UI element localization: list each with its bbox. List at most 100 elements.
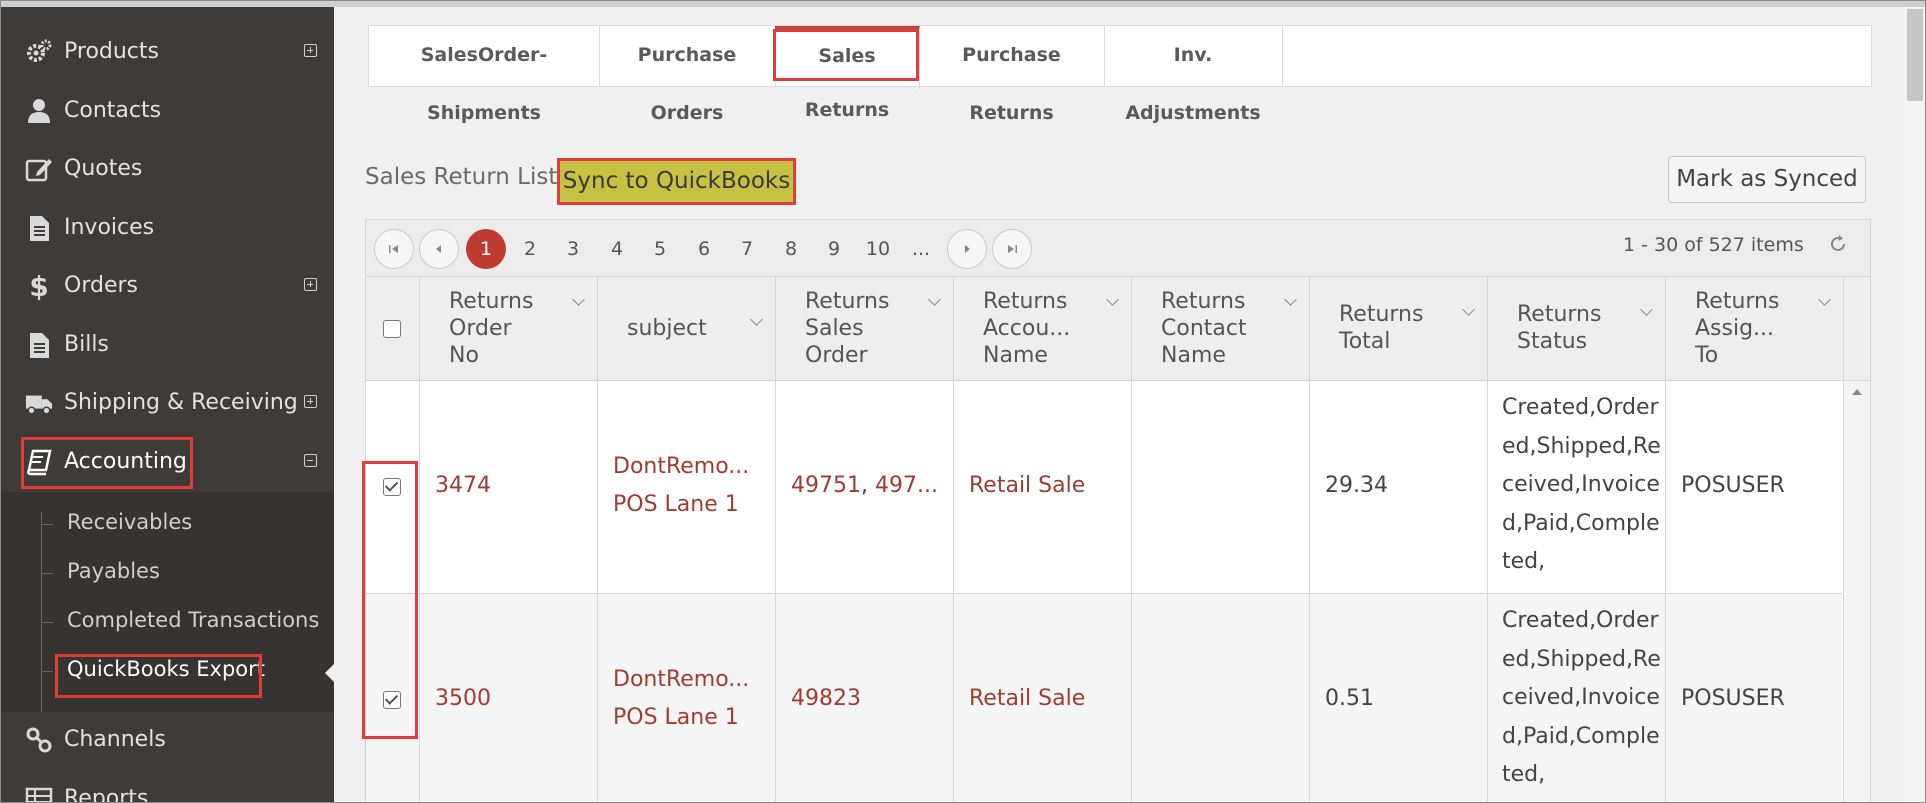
subject-link-line2[interactable]: POS Lane 1 xyxy=(613,486,739,524)
page-4[interactable]: 4 xyxy=(597,229,637,269)
expand-icon[interactable] xyxy=(304,278,317,291)
page-3[interactable]: 3 xyxy=(553,229,593,269)
page-5[interactable]: 5 xyxy=(640,229,680,269)
scrollbar-thumb[interactable] xyxy=(1907,9,1923,101)
tab-inv-adjustments[interactable]: Inv. Adjustments xyxy=(1104,26,1283,124)
column-header-returns-contact-name[interactable]: Returns Contact Name xyxy=(1132,277,1310,380)
tab-label: SalesOrder-Shipments xyxy=(420,44,548,124)
page-6[interactable]: 6 xyxy=(684,229,724,269)
tree-dash xyxy=(41,573,53,574)
tab-label: Purchase Orders xyxy=(637,44,737,124)
sidebar-item-orders[interactable]: $ Orders xyxy=(1,257,334,315)
app-window: Products Contacts Quotes Invoices $ Orde… xyxy=(0,0,1926,803)
subject-link[interactable]: DontRemo... xyxy=(613,448,749,486)
account-link[interactable]: Retail Sale xyxy=(969,680,1085,718)
sidebar-item-invoices[interactable]: Invoices xyxy=(1,199,334,257)
sync-to-quickbooks-button[interactable]: Sync to QuickBooks xyxy=(557,158,796,205)
file-text-icon xyxy=(25,214,53,242)
total-value: 29.34 xyxy=(1325,473,1388,498)
sales-order-link[interactable]: 49751 xyxy=(791,473,861,498)
collapse-icon[interactable] xyxy=(304,454,317,467)
column-header-returns-total[interactable]: Returns Total xyxy=(1310,277,1488,380)
sidebar-item-channels[interactable]: Channels xyxy=(1,711,334,769)
order-no-link[interactable]: 3500 xyxy=(435,680,491,718)
user-icon xyxy=(25,97,53,125)
page-ellipsis[interactable]: ... xyxy=(901,229,941,269)
select-all-checkbox[interactable] xyxy=(383,320,401,338)
tab-purchase-returns[interactable]: Purchase Returns xyxy=(919,26,1105,124)
refresh-icon[interactable] xyxy=(1828,234,1848,260)
column-header-returns-sales-order[interactable]: Returns Sales Order xyxy=(776,277,954,380)
subnav-label: Receivables xyxy=(67,510,193,534)
assigned-value: POSUSER xyxy=(1681,686,1785,711)
separator: , xyxy=(861,473,875,498)
sidebar-item-contacts[interactable]: Contacts xyxy=(1,82,334,140)
chevron-down-icon[interactable] xyxy=(1818,293,1831,306)
total-cell: 0.51 xyxy=(1310,594,1488,802)
grid-scrollbar[interactable] xyxy=(1843,381,1870,802)
page-7[interactable]: 7 xyxy=(727,229,767,269)
sidebar-item-label: Orders xyxy=(64,273,138,298)
sidebar-item-quotes[interactable]: Quotes xyxy=(1,140,334,198)
chevron-down-icon[interactable] xyxy=(750,313,763,326)
highlight-sales-returns-tab xyxy=(773,29,919,81)
sidebar-item-bills[interactable]: Bills xyxy=(1,316,334,374)
expand-icon[interactable] xyxy=(304,395,317,408)
column-label: Returns Assig... To xyxy=(1695,289,1780,368)
tab-purchase-orders[interactable]: Purchase Orders xyxy=(599,26,776,124)
chevron-down-icon[interactable] xyxy=(928,293,941,306)
highlight-quickbooks-export xyxy=(55,654,262,698)
sidebar-item-label: Channels xyxy=(64,727,166,752)
order-no-link[interactable]: 3474 xyxy=(435,467,491,505)
column-label: subject xyxy=(627,316,707,341)
account-cell: Retail Sale xyxy=(954,381,1132,593)
chevron-down-icon[interactable] xyxy=(1106,293,1119,306)
account-link[interactable]: Retail Sale xyxy=(969,467,1085,505)
tab-salesorder-shipments[interactable]: SalesOrder-Shipments xyxy=(369,26,600,124)
last-page-icon xyxy=(1008,245,1017,253)
sidebar-item-products[interactable]: Products xyxy=(1,23,334,81)
subnav-receivables[interactable]: Receivables xyxy=(41,504,321,544)
account-cell: Retail Sale xyxy=(954,594,1132,802)
chevron-down-icon[interactable] xyxy=(1284,293,1297,306)
chevron-down-icon[interactable] xyxy=(1462,303,1475,316)
column-header-returns-order-no[interactable]: Returns Order No xyxy=(420,277,598,380)
sidebar-item-reports[interactable]: Reports xyxy=(1,770,334,803)
status-value: Created,Ordered,Shipped,Received,Invoice… xyxy=(1502,608,1661,787)
column-header-returns-assigned-to[interactable]: Returns Assig... To xyxy=(1666,277,1844,380)
sidebar-item-label: Reports xyxy=(64,786,149,803)
column-header-subject[interactable]: subject xyxy=(598,277,776,380)
column-header-returns-status[interactable]: Returns Status xyxy=(1488,277,1666,380)
mark-as-synced-button[interactable]: Mark as Synced xyxy=(1668,156,1866,203)
prev-page-button[interactable] xyxy=(419,229,459,269)
page-scrollbar[interactable] xyxy=(1904,7,1925,802)
table-row[interactable]: 3500 DontRemo... POS Lane 1 49823 Retail… xyxy=(366,594,1842,802)
tab-label: Inv. Adjustments xyxy=(1125,44,1261,124)
subject-link-line2[interactable]: POS Lane 1 xyxy=(613,699,739,737)
sales-order-link[interactable]: 497... xyxy=(875,473,938,498)
sales-order-link[interactable]: 49823 xyxy=(791,680,861,718)
subnav-completed-transactions[interactable]: Completed Transactions xyxy=(41,602,321,642)
page-2[interactable]: 2 xyxy=(510,229,550,269)
table-row[interactable]: 3474 DontRemo... POS Lane 1 49751, 497..… xyxy=(366,381,1842,594)
chevron-down-icon[interactable] xyxy=(1640,303,1653,316)
first-page-icon xyxy=(389,245,398,253)
subnav-payables[interactable]: Payables xyxy=(41,553,321,593)
sales-order-cell: 49823 xyxy=(776,594,954,802)
subject-link[interactable]: DontRemo... xyxy=(613,661,749,699)
total-value: 0.51 xyxy=(1325,686,1374,711)
scroll-up-icon[interactable] xyxy=(1852,389,1862,395)
first-page-button[interactable] xyxy=(374,229,414,269)
chevron-down-icon[interactable] xyxy=(572,293,585,306)
page-1[interactable]: 1 xyxy=(466,229,506,269)
page-8[interactable]: 8 xyxy=(771,229,811,269)
page-10[interactable]: 10 xyxy=(858,229,898,269)
sidebar-item-shipping-receiving[interactable]: Shipping & Receiving xyxy=(1,374,334,432)
expand-icon[interactable] xyxy=(304,44,317,57)
sidebar-item-label: Shipping & Receiving xyxy=(64,390,298,415)
next-page-button[interactable] xyxy=(947,229,987,269)
page-9[interactable]: 9 xyxy=(814,229,854,269)
order-no-cell: 3474 xyxy=(420,381,598,593)
column-header-returns-account-name[interactable]: Returns Accou... Name xyxy=(954,277,1132,380)
last-page-button[interactable] xyxy=(992,229,1032,269)
